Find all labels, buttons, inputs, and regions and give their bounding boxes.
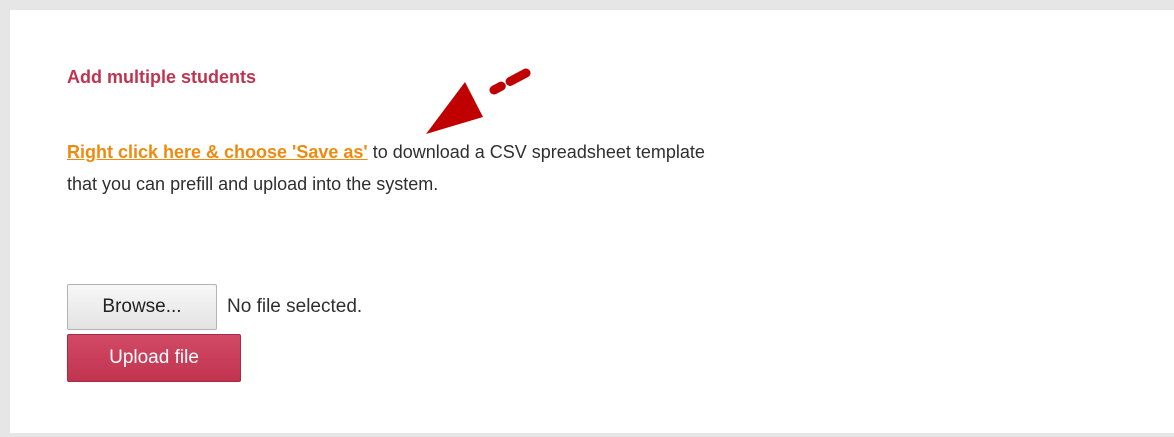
template-instructions: Right click here & choose 'Save as' to d… bbox=[67, 136, 707, 200]
pointer-arrow-icon bbox=[426, 68, 531, 134]
upload-file-button[interactable]: Upload file bbox=[67, 334, 241, 382]
content-panel: Add multiple students Right click here &… bbox=[10, 10, 1174, 433]
file-input: Browse... No file selected. bbox=[67, 284, 362, 330]
section-heading: Add multiple students bbox=[67, 67, 256, 87]
file-status-text: No file selected. bbox=[227, 296, 363, 317]
template-download-link[interactable]: Right click here & choose 'Save as' bbox=[67, 142, 368, 162]
browse-button[interactable]: Browse... bbox=[67, 284, 217, 330]
